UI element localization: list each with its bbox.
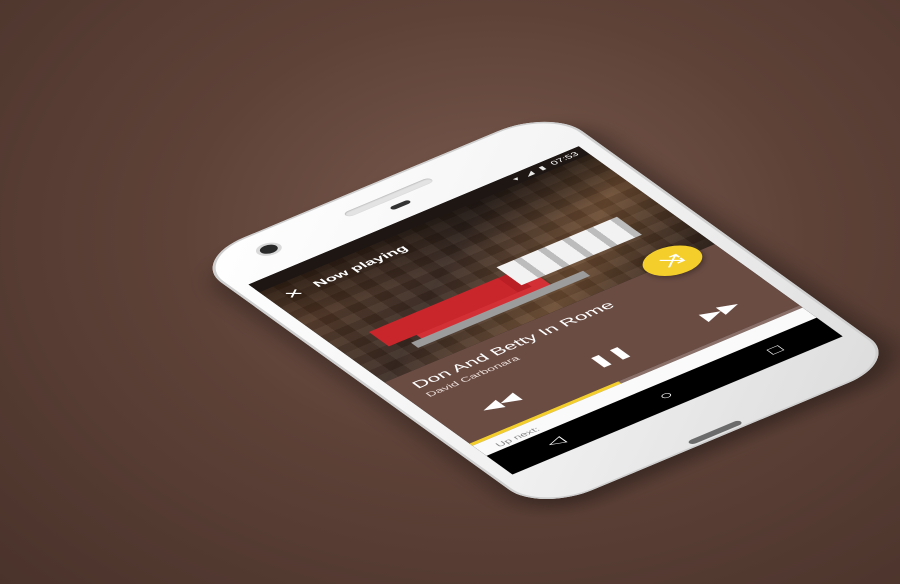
battery-icon: ▮	[536, 164, 548, 172]
pause-icon: ❚❚	[583, 343, 636, 370]
fast-forward-icon: ▶▶	[694, 297, 745, 323]
shuffle-icon: ⤨	[655, 251, 689, 270]
rewind-icon: ◀◀	[474, 389, 524, 415]
fast-forward-button[interactable]: ▶▶	[681, 291, 758, 331]
recents-icon[interactable]: □	[763, 343, 787, 357]
rewind-button[interactable]: ◀◀	[461, 383, 538, 423]
front-camera	[256, 242, 282, 256]
phone-body: ▾ ◢ ▮ 07:53 ✕ Now playing ⤨ Don And Bett…	[190, 108, 900, 513]
pause-button[interactable]: ❚❚	[571, 337, 648, 377]
close-icon: ✕	[279, 285, 309, 302]
home-icon[interactable]: ○	[654, 388, 678, 402]
stage: ▾ ◢ ▮ 07:53 ✕ Now playing ⤨ Don And Bett…	[0, 0, 900, 584]
back-icon[interactable]: ◁	[542, 434, 570, 449]
wifi-icon: ▾	[510, 175, 522, 183]
signal-icon: ◢	[522, 169, 536, 178]
album-art-white-block	[496, 216, 642, 286]
phone: ▾ ◢ ▮ 07:53 ✕ Now playing ⤨ Don And Bett…	[190, 108, 900, 523]
proximity-sensor	[389, 199, 412, 211]
